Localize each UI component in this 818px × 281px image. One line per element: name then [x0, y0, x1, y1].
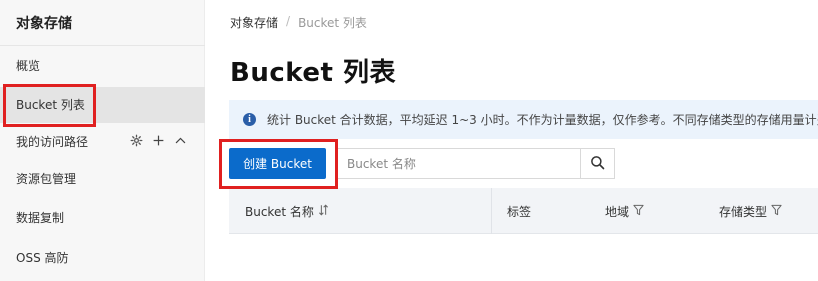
column-header-label: Bucket 名称	[245, 204, 314, 219]
sidebar-item-overview[interactable]: 概览	[0, 48, 205, 84]
bucket-search	[336, 148, 615, 179]
sidebar-divider	[0, 45, 205, 46]
sidebar: 对象存储 概览 Bucket 列表 我的访问路径 资源包管理 数据复制 OSS …	[0, 0, 205, 281]
filter-icon[interactable]	[771, 204, 782, 219]
chevron-up-icon[interactable]	[174, 134, 187, 150]
info-notice-text: 统计 Bucket 合计数据，平均延迟 1~3 小时。不作为计量数据，仅作参考。…	[267, 113, 818, 127]
sidebar-title: 对象存储	[16, 16, 72, 32]
column-header-storage-class[interactable]: 存储类型	[719, 188, 782, 234]
sidebar-item-label: OSS 高防	[16, 251, 69, 265]
sidebar-item-oss-anti-ddos[interactable]: OSS 高防	[0, 240, 205, 276]
sort-icon[interactable]	[318, 204, 329, 219]
sidebar-item-bucket-list[interactable]: Bucket 列表	[0, 87, 205, 123]
create-bucket-button[interactable]: 创建 Bucket	[229, 148, 326, 179]
info-icon: i	[243, 113, 256, 126]
sidebar-item-label: 数据复制	[16, 211, 65, 225]
filter-icon[interactable]	[633, 204, 644, 219]
column-divider	[491, 188, 492, 234]
sidebar-item-my-access-paths[interactable]: 我的访问路径	[0, 124, 205, 160]
bucket-table-header: Bucket 名称 标签 地域 存储类型	[229, 188, 818, 234]
gear-icon[interactable]	[130, 134, 143, 150]
search-icon	[590, 155, 605, 173]
breadcrumb-current: Bucket 列表	[298, 16, 367, 30]
sidebar-item-label: 资源包管理	[16, 172, 77, 186]
sidebar-item-label: 概览	[16, 59, 41, 73]
sidebar-item-data-replication[interactable]: 数据复制	[0, 200, 205, 236]
sidebar-item-label: 我的访问路径	[16, 135, 89, 149]
breadcrumb-separator: /	[286, 14, 291, 28]
column-header-label: 地域	[605, 204, 630, 219]
sidebar-item-label: Bucket 列表	[16, 98, 85, 112]
breadcrumb: 对象存储 / Bucket 列表	[230, 14, 367, 31]
column-header-tags: 标签	[507, 188, 531, 234]
search-button[interactable]	[580, 149, 614, 178]
column-header-bucket-name[interactable]: Bucket 名称	[245, 188, 329, 234]
sidebar-item-resource-packages[interactable]: 资源包管理	[0, 161, 205, 197]
column-header-label: 存储类型	[719, 204, 768, 219]
bucket-search-input[interactable]	[337, 149, 580, 178]
page-title: Bucket 列表	[230, 58, 396, 88]
column-header-region[interactable]: 地域	[605, 188, 644, 234]
column-header-label: 标签	[507, 204, 532, 219]
breadcrumb-parent[interactable]: 对象存储	[230, 14, 278, 31]
plus-icon[interactable]	[152, 134, 165, 150]
info-notice: i 统计 Bucket 合计数据，平均延迟 1~3 小时。不作为计量数据，仅作参…	[229, 100, 818, 139]
route-actions	[130, 124, 187, 160]
